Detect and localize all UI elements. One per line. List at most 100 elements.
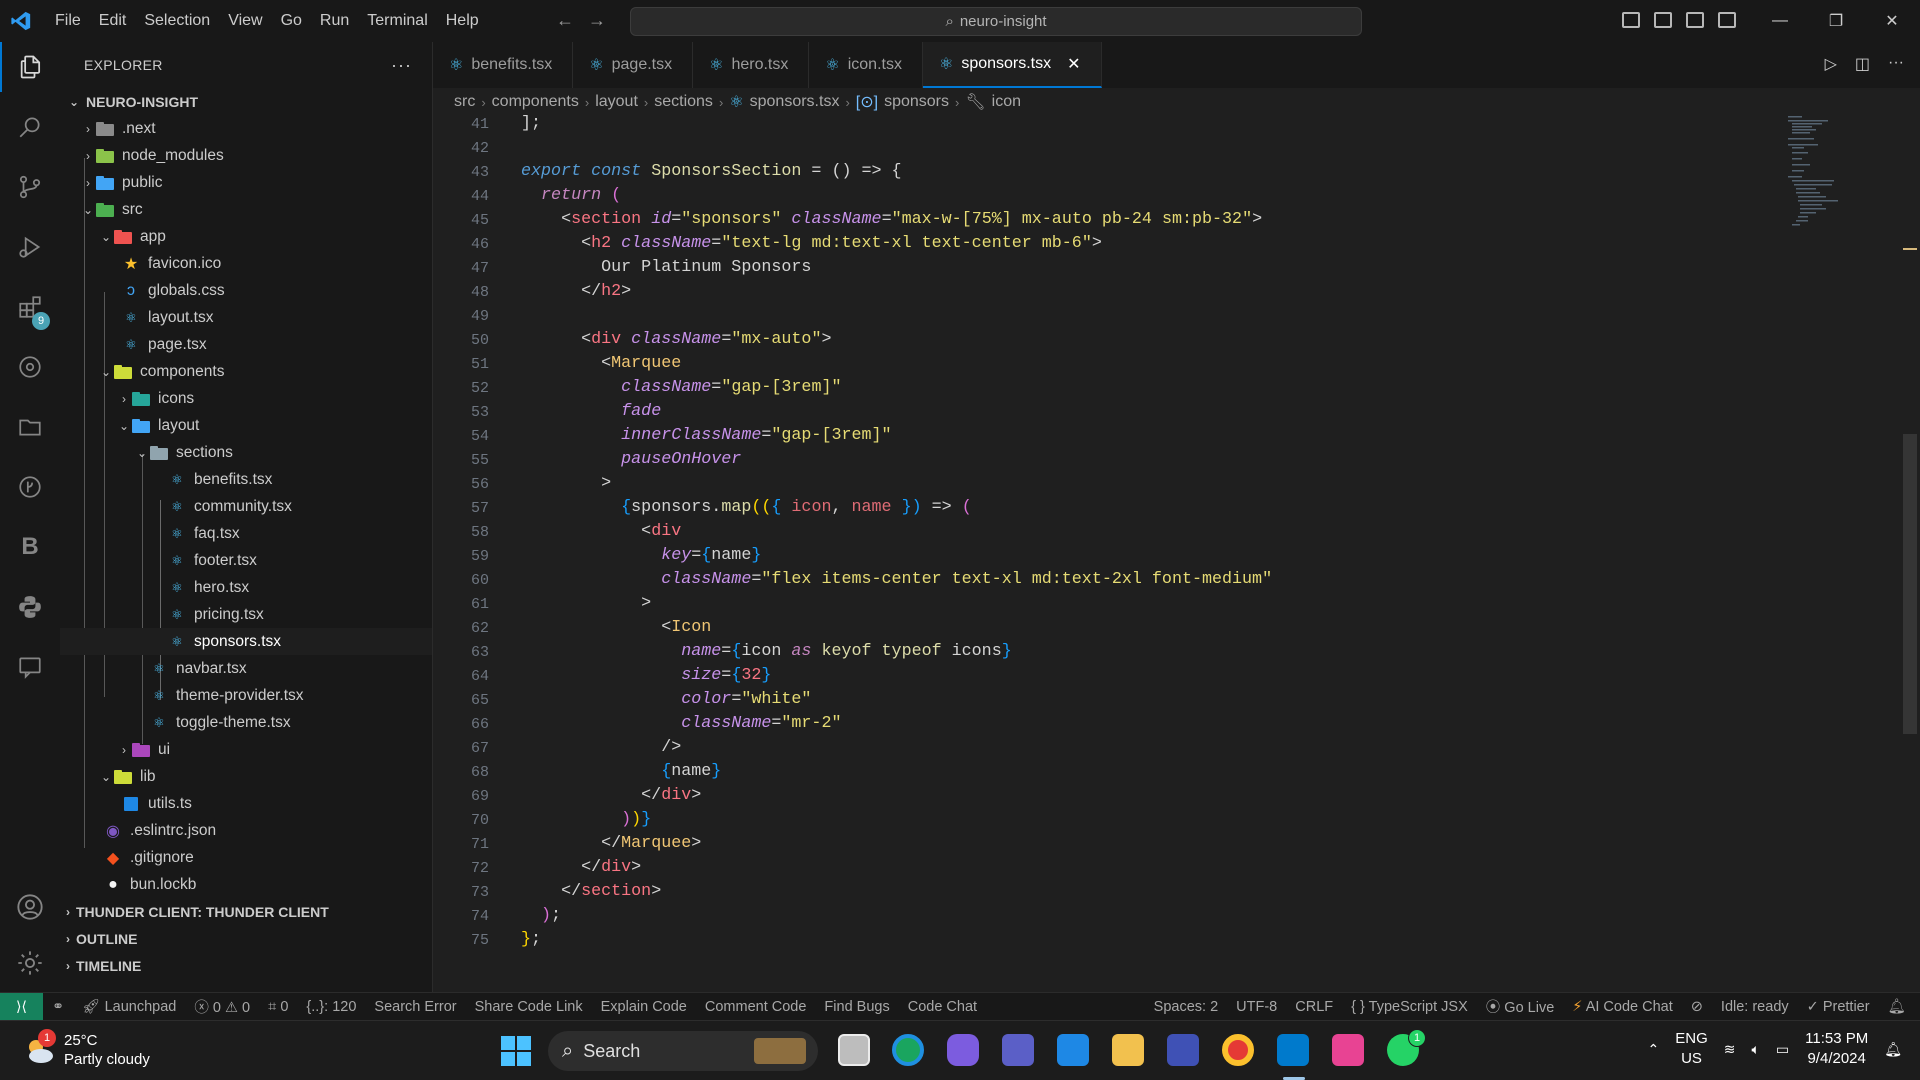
forward-arrow-icon[interactable]: → [588, 10, 606, 31]
taskbar-search[interactable]: ⌕ Search [548, 1031, 818, 1071]
cursor-position[interactable]: {..}: 120 [297, 999, 365, 1015]
menu-view[interactable]: View [219, 0, 271, 42]
more-icon[interactable]: ··· [1888, 54, 1904, 74]
teams-icon[interactable] [1002, 1034, 1034, 1066]
tab-sponsors-active[interactable]: ⚛ sponsors.tsx ✕ [922, 42, 1102, 88]
settings-gear-icon[interactable] [0, 938, 60, 988]
breadcrumb-item[interactable]: sponsors [884, 93, 949, 111]
tree-folder-lib[interactable]: ⌄ lib [60, 763, 432, 790]
tree-file-page[interactable]: ⚛ page.tsx [60, 331, 432, 358]
restore-icon[interactable]: ❐ [1808, 0, 1864, 42]
start-button[interactable] [500, 1035, 532, 1071]
tree-folder-sections[interactable]: ⌄ sections [60, 439, 432, 466]
find-bugs-button[interactable]: Find Bugs [815, 999, 898, 1015]
tree-file-pricing[interactable]: ⚛ pricing.tsx [60, 601, 432, 628]
language-indicator[interactable]: ENG US [1675, 1029, 1708, 1069]
minimize-icon[interactable]: — [1752, 0, 1808, 42]
split-editor-icon[interactable]: ◫ [1855, 54, 1870, 74]
menu-terminal[interactable]: Terminal [358, 0, 436, 42]
comments-icon[interactable] [0, 642, 60, 692]
edge-browser-icon[interactable] [892, 1034, 924, 1066]
tree-folder-app[interactable]: ⌄ app [60, 223, 432, 250]
encoding-button[interactable]: UTF-8 [1227, 999, 1286, 1015]
customize-layout-icon[interactable] [1718, 12, 1736, 28]
tree-folder-layout[interactable]: ⌄ layout [60, 412, 432, 439]
run-icon[interactable]: ▷ [1825, 54, 1837, 74]
breadcrumb-item[interactable]: icon [992, 93, 1021, 111]
clock[interactable]: 11:53 PM 9/4/2024 [1805, 1029, 1868, 1069]
comment-code-button[interactable]: Comment Code [696, 999, 816, 1015]
breadcrumb-item[interactable]: sponsors.tsx [750, 93, 840, 111]
toggle-secondary-sidebar-icon[interactable] [1686, 12, 1704, 28]
tree-file-gitignore[interactable]: ◆ .gitignore [60, 844, 432, 871]
project-root[interactable]: ⌄ NEURO-INSIGHT [60, 88, 432, 115]
tree-file-utils[interactable]: utils.ts [60, 790, 432, 817]
bold-b-icon[interactable]: B [0, 522, 60, 572]
menu-help[interactable]: Help [437, 0, 488, 42]
explain-code-button[interactable]: Explain Code [592, 999, 696, 1015]
language-mode-button[interactable]: { } TypeScript JSX [1342, 999, 1477, 1015]
menu-go[interactable]: Go [272, 0, 311, 42]
python-icon[interactable] [0, 582, 60, 632]
breadcrumb-item[interactable]: components [492, 93, 579, 111]
explorer-icon[interactable] [0, 42, 60, 92]
panel-outline[interactable]: › OUTLINE [60, 925, 432, 952]
panel-thunder-client[interactable]: › THUNDER CLIENT: THUNDER CLIENT [60, 898, 432, 925]
snipping-tool-icon[interactable] [1167, 1034, 1199, 1066]
tree-file-hero[interactable]: ⚛ hero.tsx [60, 574, 432, 601]
tree-file-navbar[interactable]: ⚛ navbar.tsx [60, 655, 432, 682]
extensions-icon[interactable]: 9 [0, 282, 60, 332]
toggle-primary-sidebar-icon[interactable] [1622, 12, 1640, 28]
menu-file[interactable]: File [46, 0, 90, 42]
problems-button[interactable]: ⓧ 0 ⚠ 0 [185, 996, 259, 1017]
more-actions-icon[interactable]: ··· [391, 55, 412, 76]
tree-file-community[interactable]: ⚛ community.tsx [60, 493, 432, 520]
indentation-button[interactable]: Spaces: 2 [1145, 999, 1228, 1015]
show-hidden-icons-chevron-icon[interactable]: ⌃ [1648, 1041, 1660, 1058]
notification-bell-icon[interactable]: 🔔︎ [1884, 1041, 1902, 1058]
prettier-button[interactable]: ✓ Prettier [1798, 999, 1879, 1015]
code-chat-button[interactable]: Code Chat [899, 999, 986, 1015]
remote-indicator-icon[interactable]: ⟩⟨ [0, 992, 43, 1021]
source-control-icon[interactable] [0, 162, 60, 212]
tree-file-footer[interactable]: ⚛ footer.tsx [60, 547, 432, 574]
menu-run[interactable]: Run [311, 0, 358, 42]
tree-file-benefits[interactable]: ⚛ benefits.tsx [60, 466, 432, 493]
tree-file-sponsors-selected[interactable]: ⚛ sponsors.tsx [60, 628, 432, 655]
ai-code-chat-button[interactable]: ⚡︎ AI Code Chat [1563, 999, 1681, 1015]
tree-file-faq[interactable]: ⚛ faq.tsx [60, 520, 432, 547]
command-center-search[interactable]: ⌕ neuro-insight [630, 7, 1362, 36]
volume-icon[interactable]: 🔈︎ [1751, 1041, 1759, 1058]
menu-edit[interactable]: Edit [90, 0, 136, 42]
tree-file-toggle-theme[interactable]: ⚛ toggle-theme.tsx [60, 709, 432, 736]
search-icon[interactable] [0, 102, 60, 152]
menu-selection[interactable]: Selection [135, 0, 219, 42]
tree-folder-public[interactable]: › public [60, 169, 432, 196]
tree-file-favicon[interactable]: ★ favicon.ico [60, 250, 432, 277]
eol-button[interactable]: CRLF [1286, 999, 1342, 1015]
tree-file-globals[interactable]: ↄ globals.css [60, 277, 432, 304]
tab-hero[interactable]: ⚛ hero.tsx [693, 42, 810, 88]
remote-explorer-icon[interactable] [0, 342, 60, 392]
launchpad-button[interactable]: 🚀︎ Launchpad [73, 998, 185, 1015]
vscode-taskbar-icon[interactable] [1277, 1034, 1309, 1066]
git-graph-icon[interactable] [0, 462, 60, 512]
breadcrumb-item[interactable]: src [454, 93, 475, 111]
tree-file-bun-lockb[interactable]: ● bun.lockb [60, 871, 432, 898]
accounts-sync-icon[interactable]: ⚭ [43, 999, 73, 1015]
minimap[interactable] [1788, 114, 1908, 274]
tab-icon[interactable]: ⚛ icon.tsx [809, 42, 923, 88]
account-icon[interactable] [0, 882, 60, 932]
task-view-icon[interactable] [838, 1034, 870, 1066]
weather-widget[interactable]: 1 25°C Partly cloudy [22, 1029, 150, 1069]
tree-folder-next[interactable]: › .next [60, 115, 432, 142]
wifi-icon[interactable]: ≋ [1724, 1041, 1736, 1058]
folder-icon[interactable] [0, 402, 60, 452]
tree-folder-components[interactable]: ⌄ components [60, 358, 432, 385]
run-debug-icon[interactable] [0, 222, 60, 272]
tree-folder-node-modules[interactable]: › node_modules [60, 142, 432, 169]
close-tab-icon[interactable]: ✕ [1067, 54, 1080, 74]
go-live-button[interactable]: ⦿ Go Live [1477, 996, 1564, 1017]
tree-file-eslintrc[interactable]: ◉ .eslintrc.json [60, 817, 432, 844]
tab-page[interactable]: ⚛ page.tsx [573, 42, 694, 88]
